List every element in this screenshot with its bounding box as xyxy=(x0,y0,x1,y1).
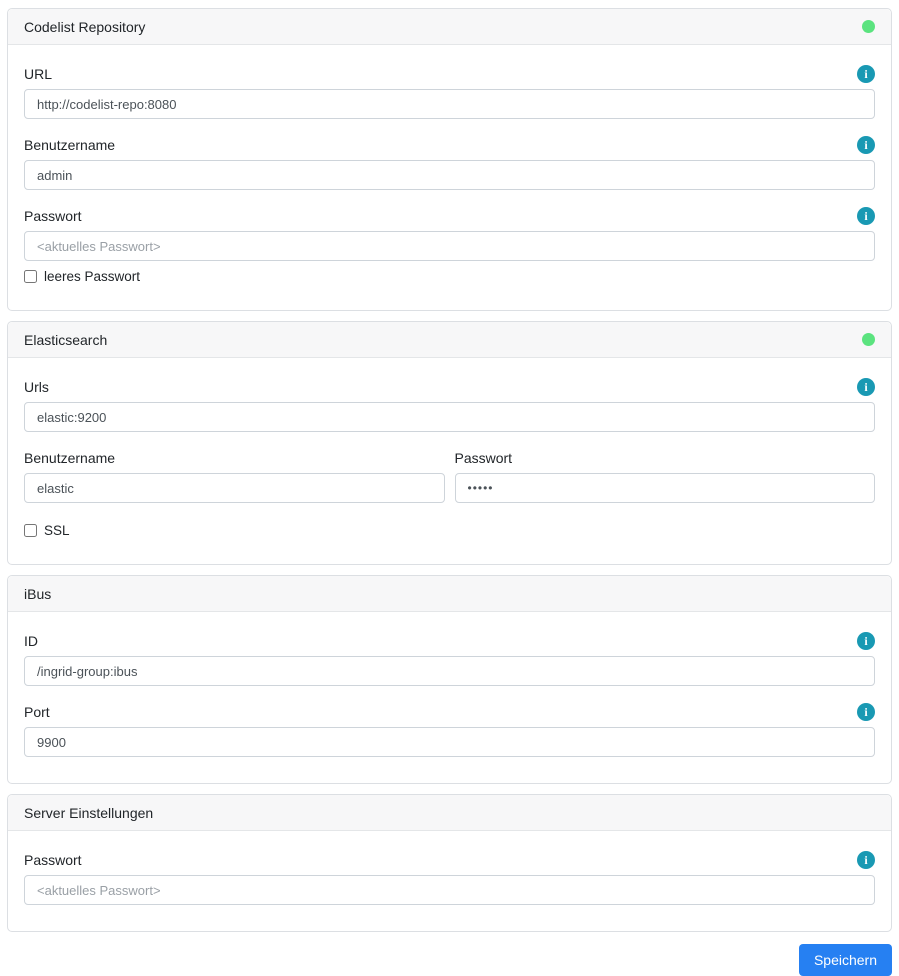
info-icon[interactable]: i xyxy=(857,632,875,650)
ibus-port-input[interactable] xyxy=(24,727,875,757)
card-body-server-einstellungen: Passwort i xyxy=(8,831,891,931)
label-row-codelist-password: Passwort i xyxy=(24,206,875,226)
elastic-credentials-row: Benutzername Passwort xyxy=(24,448,875,503)
field-codelist-url: URL i xyxy=(24,64,875,119)
info-icon[interactable]: i xyxy=(857,136,875,154)
label-row-ibus-port: Port i xyxy=(24,702,875,722)
card-body-codelist-repository: URL i Benutzername i Passwort i leeres P… xyxy=(8,45,891,310)
info-icon[interactable]: i xyxy=(857,851,875,869)
card-title-elasticsearch: Elasticsearch xyxy=(24,331,108,348)
field-elastic-username: Benutzername xyxy=(24,448,445,503)
label-row-ibus-id: ID i xyxy=(24,631,875,651)
card-body-ibus: ID i Port i xyxy=(8,612,891,783)
label-row-codelist-url: URL i xyxy=(24,64,875,84)
elastic-password-input[interactable] xyxy=(454,473,875,503)
field-ibus-id: ID i xyxy=(24,631,875,686)
card-title-ibus: iBus xyxy=(24,585,52,602)
info-icon[interactable]: i xyxy=(857,378,875,396)
codelist-password-label: Passwort xyxy=(24,208,82,224)
status-ok-dot xyxy=(862,20,875,33)
codelist-empty-password-checkbox[interactable] xyxy=(24,270,37,283)
server-password-input[interactable] xyxy=(24,875,875,905)
elastic-ssl-row: SSL xyxy=(24,523,875,538)
elastic-urls-input[interactable] xyxy=(24,402,875,432)
card-title-codelist-repository: Codelist Repository xyxy=(24,18,146,35)
info-icon[interactable]: i xyxy=(857,207,875,225)
label-row-elastic-urls: Urls i xyxy=(24,377,875,397)
field-elastic-password: Passwort xyxy=(454,448,876,503)
info-icon[interactable]: i xyxy=(857,65,875,83)
card-codelist-repository: Codelist Repository URL i Benutzername i… xyxy=(7,8,892,311)
codelist-url-label: URL xyxy=(24,66,53,82)
elastic-username-input[interactable] xyxy=(24,473,445,503)
label-row-elastic-password: Passwort xyxy=(455,448,876,468)
codelist-empty-password-label: leeres Passwort xyxy=(44,269,141,284)
save-button[interactable]: Speichern xyxy=(798,944,892,976)
codelist-empty-password-row: leeres Passwort xyxy=(24,269,875,284)
elastic-urls-label: Urls xyxy=(24,379,49,395)
field-ibus-port: Port i xyxy=(24,702,875,757)
codelist-password-input[interactable] xyxy=(24,231,875,261)
card-body-elasticsearch: Urls i Benutzername Passwort SSL xyxy=(8,358,891,564)
ibus-id-input[interactable] xyxy=(24,656,875,686)
ibus-port-label: Port xyxy=(24,704,50,720)
footer-actions: Speichern xyxy=(7,944,892,976)
codelist-username-input[interactable] xyxy=(24,160,875,190)
card-ibus: iBus ID i Port i xyxy=(7,575,892,784)
codelist-url-input[interactable] xyxy=(24,89,875,119)
card-header-codelist-repository: Codelist Repository xyxy=(8,9,891,45)
card-elasticsearch: Elasticsearch Urls i Benutzername Passwo… xyxy=(7,321,892,565)
info-icon[interactable]: i xyxy=(857,703,875,721)
card-title-server-einstellungen: Server Einstellungen xyxy=(24,804,154,821)
status-ok-dot xyxy=(862,333,875,346)
elastic-username-label: Benutzername xyxy=(24,450,116,466)
elastic-ssl-checkbox[interactable] xyxy=(24,524,37,537)
elastic-ssl-label: SSL xyxy=(44,523,70,538)
server-password-label: Passwort xyxy=(24,852,82,868)
field-server-password: Passwort i xyxy=(24,850,875,905)
codelist-username-label: Benutzername xyxy=(24,137,116,153)
card-header-server-einstellungen: Server Einstellungen xyxy=(8,795,891,831)
label-row-elastic-username: Benutzername xyxy=(24,448,445,468)
field-elastic-urls: Urls i xyxy=(24,377,875,432)
field-codelist-username: Benutzername i xyxy=(24,135,875,190)
card-header-elasticsearch: Elasticsearch xyxy=(8,322,891,358)
label-row-server-password: Passwort i xyxy=(24,850,875,870)
elastic-password-label: Passwort xyxy=(454,450,513,466)
ibus-id-label: ID xyxy=(24,633,38,649)
field-codelist-password: Passwort i xyxy=(24,206,875,261)
card-header-ibus: iBus xyxy=(8,576,891,612)
label-row-codelist-username: Benutzername i xyxy=(24,135,875,155)
card-server-einstellungen: Server Einstellungen Passwort i xyxy=(7,794,892,932)
